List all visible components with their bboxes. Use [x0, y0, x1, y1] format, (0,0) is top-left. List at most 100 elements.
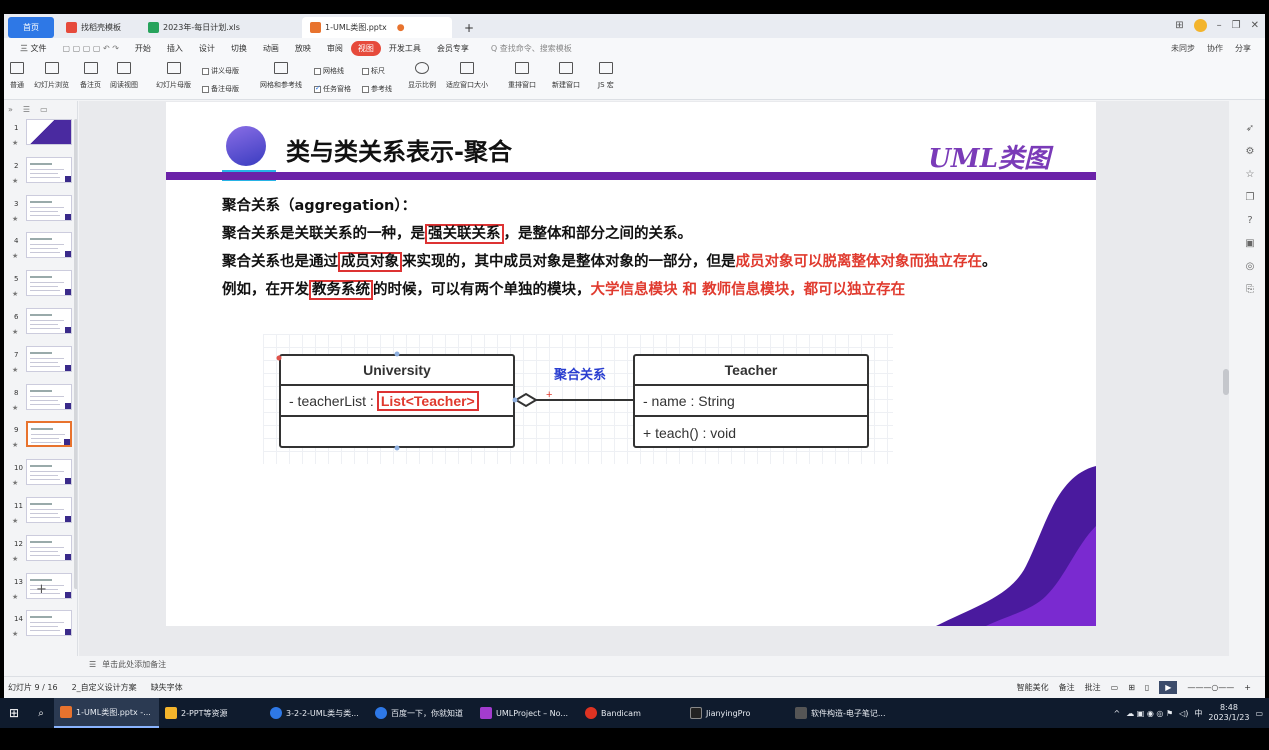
reading-view-status-icon[interactable]: ▯ [1145, 683, 1149, 692]
tab-presentation[interactable]: 1-UML类图.pptx ● [302, 17, 452, 38]
menu-design[interactable]: 设计 [191, 43, 223, 54]
menu-start[interactable]: 开始 [127, 43, 159, 54]
menu-view[interactable]: 视图 [350, 40, 381, 56]
search-icon[interactable]: ⌕ [28, 708, 54, 719]
export-icon[interactable]: ⎘ [1246, 284, 1254, 295]
image-icon[interactable]: ▣ [1245, 238, 1254, 249]
normal-view-status-icon[interactable]: ▭ [1111, 683, 1119, 692]
notification-icon[interactable]: ▭ [1255, 709, 1263, 718]
scrollbar-thumb[interactable] [1223, 369, 1229, 395]
menu-slideshow[interactable]: 放映 [287, 43, 319, 54]
taskbar-item-jianying[interactable]: JianyingPro [684, 698, 789, 728]
layout-icon[interactable]: ⊞ [1175, 20, 1183, 31]
task-pane-checkbox[interactable]: 任务窗格 [314, 84, 351, 94]
location-icon[interactable]: ◎ [1246, 261, 1255, 272]
help-icon[interactable]: ? [1247, 215, 1252, 226]
close-icon[interactable]: ✕ [1251, 20, 1259, 31]
menu-animation[interactable]: 动画 [255, 43, 287, 54]
slide-thumbnail[interactable]: 14 ★ [6, 610, 76, 646]
new-tab-button[interactable]: + [456, 17, 482, 38]
slide-thumbnail[interactable]: 5 ★ [6, 270, 76, 306]
ime-indicator[interactable]: 中 [1194, 708, 1202, 719]
notes-master-button[interactable]: 备注母版 [202, 84, 239, 94]
slide-master-button[interactable]: 幻灯片母版 [156, 62, 191, 90]
notes-page-button[interactable]: 备注页 [80, 62, 101, 90]
notes-bar[interactable]: ☰ 单击此处添加备注 [79, 656, 1235, 672]
slide-thumbnail[interactable]: 4 ★ [6, 232, 76, 268]
settings-icon[interactable]: ⚙ [1246, 146, 1255, 157]
star-icon[interactable]: ☆ [1246, 169, 1255, 180]
avatar[interactable] [1193, 19, 1207, 32]
sorter-view-status-icon[interactable]: ⊞ [1128, 683, 1135, 692]
slide-thumbnail[interactable]: 12 ★ [6, 534, 76, 571]
comments-button[interactable]: 批注 [1085, 682, 1101, 693]
taskbar-item-bandicam[interactable]: Bandicam [579, 698, 684, 728]
smart-beautify-button[interactable]: 智能美化 [1017, 682, 1049, 693]
zoom-in-icon[interactable]: + [1244, 683, 1251, 692]
menu-review[interactable]: 审阅 [319, 43, 351, 54]
taskbar-item-folder[interactable]: 2-PPT等资源 [159, 698, 264, 728]
command-search[interactable]: Q 查找命令、搜索模板 [483, 43, 580, 54]
reading-view-button[interactable]: 阅读视图 [110, 62, 138, 90]
tab-spreadsheet[interactable]: 2023年-每日计划.xls [140, 17, 290, 38]
notes-toggle-button[interactable]: 备注 [1059, 682, 1075, 693]
menu-file[interactable]: 三 文件 [12, 43, 55, 54]
sync-button[interactable]: 未同步 [1171, 43, 1195, 54]
share-button[interactable]: 分享 [1235, 43, 1251, 54]
taskbar-item-browser-2[interactable]: 百度一下，你就知道 [369, 698, 474, 728]
handout-master-button[interactable]: 讲义母版 [202, 66, 239, 76]
class-university[interactable]: University - teacherList : List<Teacher> [279, 354, 515, 448]
collapse-icon[interactable]: » [8, 105, 13, 114]
slide-thumbnail[interactable]: 7 ★ [6, 345, 76, 382]
rocket-icon[interactable]: ➶ [1246, 123, 1254, 134]
fit-window-button[interactable]: 适应窗口大小 [446, 62, 488, 90]
outline-icon[interactable]: ☰ [23, 105, 30, 114]
grid-guides-button[interactable]: 网格和参考线 [260, 62, 302, 90]
taskbar-item-notes[interactable]: 软件构造-电子笔记... [789, 698, 894, 728]
taskbar-item-wps[interactable]: 1-UML类图.pptx -... [54, 698, 159, 728]
slide-sorter-button[interactable]: 幻灯片浏览 [34, 62, 69, 90]
add-slide-button[interactable]: + [36, 582, 47, 597]
menu-developer[interactable]: 开发工具 [381, 43, 429, 54]
collab-button[interactable]: 协作 [1207, 43, 1223, 54]
canvas-scrollbar[interactable] [1222, 111, 1230, 651]
current-slide[interactable]: 类与类关系表示-聚合 UML类图 聚合关系（aggregation）： 聚合关系… [166, 102, 1096, 626]
guides-checkbox[interactable]: 参考线 [362, 84, 392, 94]
gridlines-checkbox[interactable]: 网格线 [314, 66, 344, 76]
zoom-slider[interactable]: ———○—— [1187, 683, 1234, 692]
slide-thumbnail[interactable]: 10 ★ [6, 459, 76, 495]
slide-thumbnail[interactable]: 6 ★ [6, 308, 76, 344]
taskbar-item-ide[interactable]: UMLProject – No... [474, 698, 579, 728]
arrange-windows-button[interactable]: 重排窗口 [508, 62, 536, 90]
tray-expand-icon[interactable]: ^ [1114, 709, 1121, 718]
js-macro-button[interactable]: JS 宏 [598, 62, 614, 90]
menu-insert[interactable]: 插入 [159, 43, 191, 54]
volume-icon[interactable]: ◁) [1179, 709, 1188, 718]
ruler-checkbox[interactable]: 标尺 [362, 66, 385, 76]
slide-thumbnail[interactable]: 3 ★ [6, 194, 76, 231]
windows-start-icon[interactable]: ⊞ [0, 706, 28, 720]
minimize-icon[interactable]: – [1217, 20, 1222, 31]
missing-fonts-button[interactable]: 缺失字体 [151, 682, 183, 693]
clock[interactable]: 8:48 2023/1/23 [1208, 703, 1249, 723]
play-slideshow-icon[interactable]: ▶ [1159, 681, 1178, 694]
menu-transition[interactable]: 切换 [223, 43, 255, 54]
slide-thumbnail[interactable]: 11 ★ [6, 497, 76, 533]
slide-thumbnail[interactable]: 2 ★ [6, 156, 76, 193]
normal-view-button[interactable]: 普通 [10, 62, 24, 90]
quick-access-icons[interactable]: ▢ ▢ ▢ ▢ ↶ ↷ [55, 44, 127, 53]
restore-icon[interactable]: ❐ [1232, 20, 1241, 31]
slide-thumbnail[interactable]: 8 ★ [6, 383, 76, 420]
slide-thumbnail[interactable]: 1 ★ [6, 119, 76, 155]
zoom-button[interactable]: 显示比例 [408, 62, 436, 90]
menu-member[interactable]: 会员专享 [429, 43, 477, 54]
thumbnail-view-icon[interactable]: ▭ [40, 105, 48, 114]
slide-thumbnail[interactable]: 9 ★ [6, 421, 76, 457]
tab-home[interactable]: 首页 [8, 17, 54, 38]
copy-icon[interactable]: ❐ [1246, 192, 1255, 203]
class-teacher[interactable]: Teacher - name : String + teach() : void [633, 354, 869, 448]
tab-template-store[interactable]: 找稻壳模板 [58, 17, 129, 38]
tray-icons[interactable]: ☁ ▣ ◉ ◎ ⚑ [1126, 709, 1173, 718]
taskbar-item-browser-1[interactable]: 3-2-2-UML类与类... [264, 698, 369, 728]
new-window-button[interactable]: 新建窗口 [552, 62, 580, 90]
